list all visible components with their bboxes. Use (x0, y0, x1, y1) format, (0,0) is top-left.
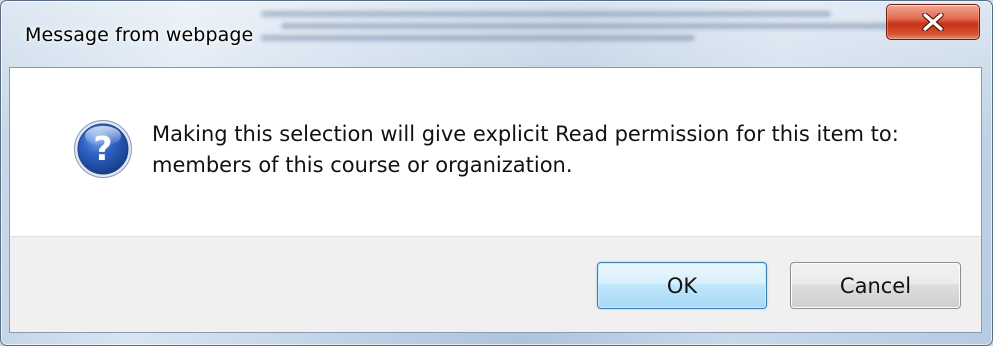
dialog-message: Making this selection will give explicit… (152, 119, 962, 181)
close-x-icon (922, 13, 944, 31)
message-line-1: Making this selection will give explicit… (152, 122, 899, 146)
button-bar: OK Cancel (10, 236, 981, 332)
ok-button[interactable]: OK (597, 262, 767, 309)
svg-text:?: ? (93, 129, 112, 168)
blurred-background (261, 5, 901, 55)
dialog-window: Message from webpage ? Making this selec… (0, 0, 993, 346)
close-button[interactable] (886, 4, 980, 40)
window-title: Message from webpage (25, 24, 254, 46)
dialog-client-area: ? Making this selection will give explic… (9, 67, 982, 333)
cancel-button[interactable]: Cancel (790, 262, 961, 309)
message-line-2: members of this course or organization. (152, 153, 573, 177)
message-area: ? Making this selection will give explic… (10, 68, 981, 236)
question-icon: ? (73, 119, 133, 179)
